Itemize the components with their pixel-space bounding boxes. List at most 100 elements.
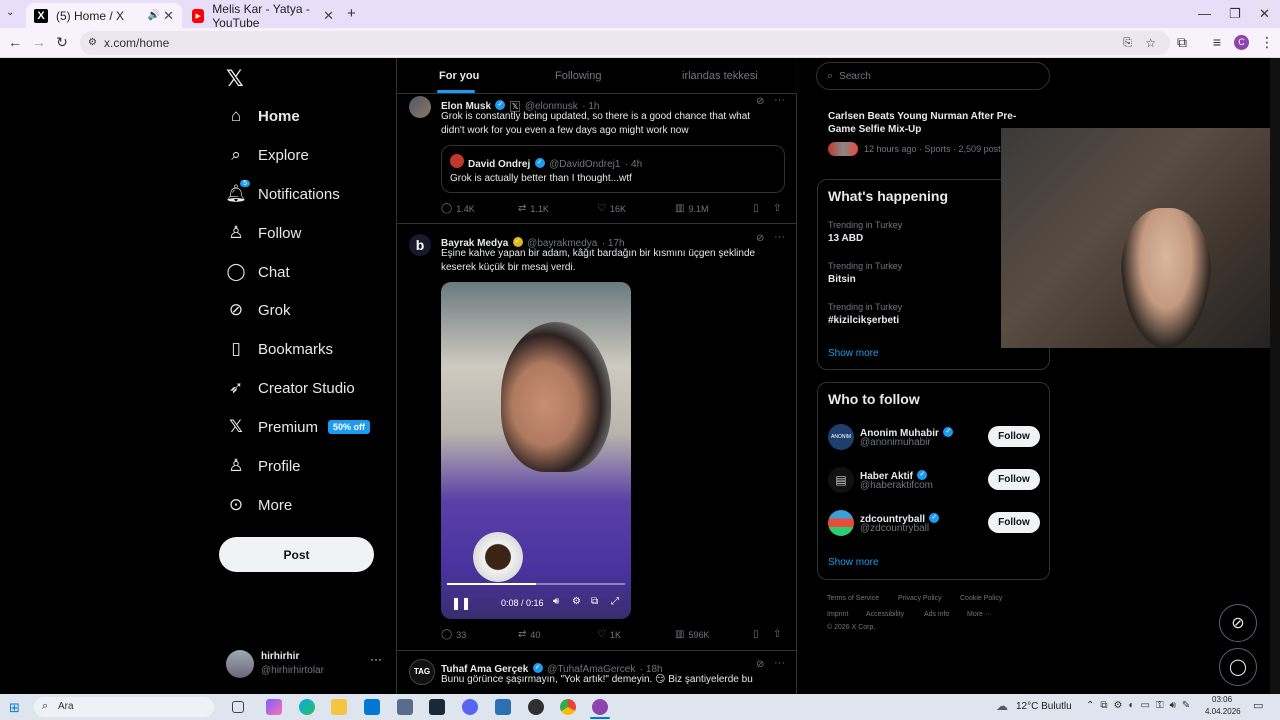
close-tab-icon[interactable]: ✕ [323,8,334,24]
app-icon[interactable] [495,699,511,715]
task-view-icon[interactable] [232,701,244,713]
reply-button[interactable]: ◯ 33 [441,629,466,640]
obs-icon[interactable] [528,699,544,715]
minimize-button[interactable]: — [1198,6,1211,21]
fullscreen-icon[interactable]: ⤢ [611,596,619,607]
footer-cookie-link[interactable]: Cookie Policy [960,595,1002,602]
footer-privacy-link[interactable]: Privacy Policy [898,595,942,602]
browser-menu-icon[interactable]: ⋮ [1258,34,1276,51]
footer-more-link[interactable]: More ··· [967,611,992,618]
video-progress-track[interactable] [447,583,625,585]
footer-imprint-link[interactable]: Imprint [827,611,848,618]
post-button[interactable]: Post [219,537,374,572]
outlook-icon[interactable] [364,699,380,715]
pause-icon[interactable]: ❚❚ [451,596,471,610]
like-button[interactable]: ♡ 1K [597,629,621,640]
address-bar[interactable]: ⚙ x.com/home ⎘ ☆ [80,31,1170,55]
search-input[interactable]: ⌕ Search [816,62,1050,90]
speaker-icon[interactable]: 🔊 [148,10,160,21]
file-explorer-icon[interactable] [331,699,347,715]
tweet[interactable]: Elon Musk ✓ 𝕏 @elonmusk · 1h ⊘ ··· Grok … [397,94,797,224]
bookmark-button[interactable]: ▯ [753,203,763,214]
trend-item[interactable]: Trending in Turkey Bitsin [828,261,902,285]
reply-button[interactable]: ◯ 1.4K [441,203,475,214]
show-more-link[interactable]: Show more [828,557,879,568]
views-button[interactable]: ▥ 9.1M [675,203,708,214]
close-tab-icon[interactable]: ✕ [163,8,174,24]
nav-home[interactable]: ⌂ Home [226,101,300,131]
repost-button[interactable]: ⇄ 40 [518,629,540,640]
follow-suggestion[interactable]: zdcountryball ✓ @zdcountryball Follow [818,507,1051,543]
site-info-icon[interactable]: ⚙ [88,31,97,55]
tweet[interactable]: TAG Tuhaf Ama Gerçek ✓ @TuhafAmaGercek ·… [397,651,797,694]
x-logo-icon[interactable]: 𝕏 [226,66,244,92]
page-scrollbar[interactable] [1270,58,1280,694]
nav-chat[interactable]: ◯ Chat [226,257,289,287]
nav-follow[interactable]: ♙ Follow [226,218,301,248]
account-switcher[interactable]: hirhirhir @hirhirhirtolar ··· [226,648,386,680]
settings-icon[interactable]: ⚙ [572,596,581,607]
nav-notifications[interactable]: 🔔︎ 5 Notifications [225,179,340,209]
grok-icon[interactable]: ⊘ [756,659,764,670]
store-icon[interactable] [397,699,413,715]
tab-list-chevron-icon[interactable]: ⌄ [6,7,14,18]
more-dots-icon[interactable]: ··· [774,657,785,669]
footer-accessibility-link[interactable]: Accessibility [866,611,904,618]
like-button[interactable]: ♡ 16K [597,203,626,214]
taskbar-search[interactable]: ⌕ Ara [34,697,214,717]
nav-more[interactable]: ⊙ More [226,490,292,520]
views-button[interactable]: ▥ 596K [675,629,709,640]
trend-item[interactable]: Trending in Turkey #kizilcikşerbeti [828,302,902,326]
follow-suggestion[interactable]: ANONIM Anonim Muhabir ✓ @anonimuhabir Fo… [818,421,1051,457]
profile-avatar[interactable]: C [1234,35,1249,50]
tab-youtube[interactable]: ▶ Melis Kar - Yatya - YouTube ✕ [184,2,342,30]
close-window-button[interactable]: ✕ [1259,6,1270,22]
nav-creator-studio[interactable]: ➶ Creator Studio [226,373,355,403]
extensions-icon[interactable]: ⧉ [1173,34,1191,51]
share-button[interactable]: ⇧ [773,629,785,640]
nav-profile[interactable]: ♙ Profile [226,451,300,481]
grok-icon[interactable]: ⊘ [756,96,764,107]
share-button[interactable]: ⇧ [773,203,785,214]
trend-item[interactable]: Trending in Turkey 13 ABD [828,220,902,244]
follow-button[interactable]: Follow [988,426,1040,447]
edge-icon[interactable] [299,699,315,715]
new-tab-button[interactable]: + [347,5,356,22]
install-app-icon[interactable]: ⎘ [1123,31,1132,55]
more-dots-icon[interactable]: ··· [774,231,785,243]
follow-button[interactable]: Follow [988,512,1040,533]
bookmark-button[interactable]: ▯ [753,629,763,640]
pip-icon[interactable]: ⧉ [591,596,598,607]
reload-button[interactable]: ↻ [53,34,71,51]
clock-date[interactable]: 4.04.2026 [1205,707,1241,716]
nav-explore[interactable]: ⌕ Explore [226,140,309,170]
video-player[interactable]: ❚❚ 0:08 / 0:16 🔊︎ ⚙ ⧉ ⤢ [441,282,631,619]
chrome-active-icon[interactable] [592,699,608,715]
follow-suggestion[interactable]: ▤ Haber Aktif ✓ @haberaktifcom Follow [818,464,1051,500]
windows-start-icon[interactable]: ⊞ [9,700,20,716]
more-dots-icon[interactable]: ··· [370,652,382,666]
nav-grok[interactable]: ⊘ Grok [226,295,291,325]
forward-button[interactable]: → [30,34,48,50]
tab-for-you[interactable]: For you [439,70,479,82]
footer-terms-link[interactable]: Terms of Service [827,595,879,602]
more-dots-icon[interactable]: ··· [774,94,785,106]
grok-icon[interactable]: ⊘ [756,233,764,244]
chat-fab-button[interactable]: ◯ [1219,648,1257,686]
tab-following[interactable]: Following [555,70,601,82]
tweet[interactable]: b Bayrak Medya ✓ @bayrakmedya · 17h ⊘ ··… [397,224,797,651]
discord-icon[interactable] [462,699,478,715]
notification-center-icon[interactable]: ▭ [1253,699,1263,712]
weather-text[interactable]: 12°C Bulutlu [1016,701,1072,712]
tray-icons[interactable]: ⌃⧉⚙◐▭⚿🔊︎✎ [1086,700,1196,711]
volume-icon[interactable]: 🔊︎ [553,596,559,607]
restore-button[interactable]: ❐ [1229,6,1241,22]
clock-time[interactable]: 03:06 [1212,695,1232,704]
chrome-icon[interactable] [560,699,576,715]
footer-ads-link[interactable]: Ads info [924,611,949,618]
copilot-icon[interactable] [266,699,282,715]
grok-fab-button[interactable]: ⊘ [1219,604,1257,642]
back-button[interactable]: ← [6,34,24,50]
tab-irlandas-tekkesi[interactable]: irlandas tekkesi [682,70,758,82]
quoted-tweet[interactable]: David Ondrej ✓ @DavidOndrej1 · 4h Grok i… [441,145,785,193]
